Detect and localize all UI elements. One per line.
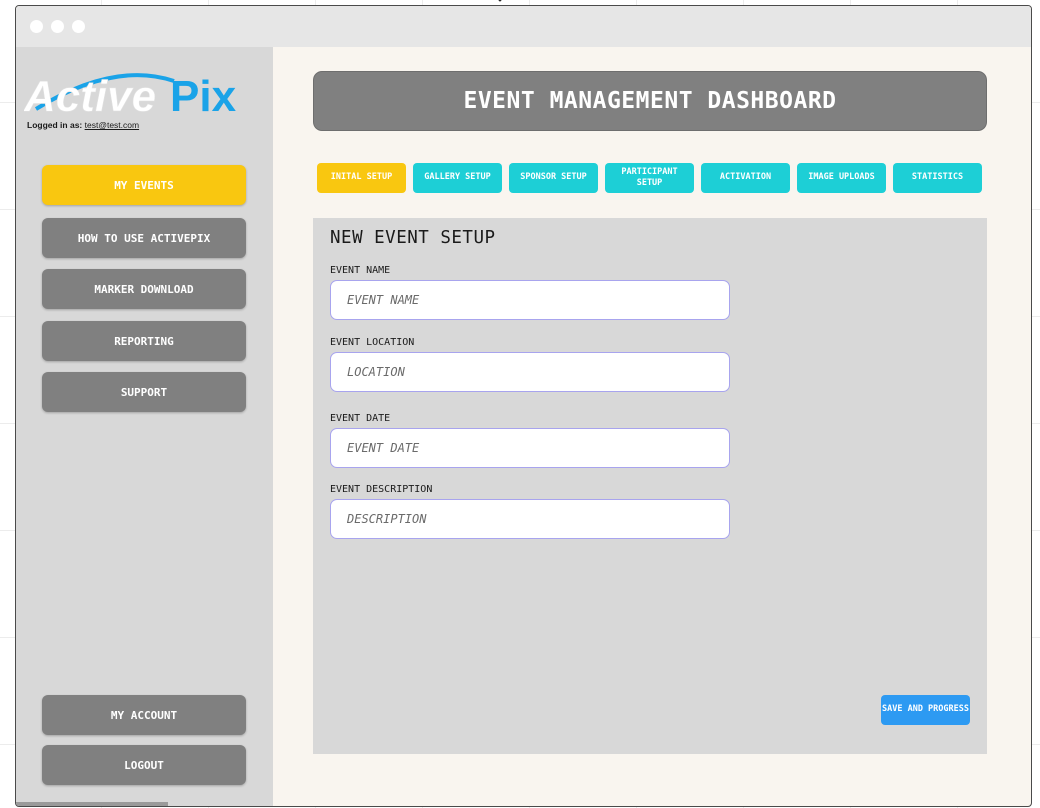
sidebar-item-how-to-use[interactable]: HOW TO USE ACTIVEPIX — [42, 218, 246, 258]
form-title: NEW EVENT SETUP — [330, 228, 496, 248]
event-description-input[interactable] — [330, 499, 730, 539]
event-location-label: EVENT LOCATION — [330, 337, 415, 348]
tab-gallery-setup[interactable]: GALLERY SETUP — [413, 163, 502, 193]
tab-activation[interactable]: ACTIVATION — [701, 163, 790, 193]
logged-in-email[interactable]: test@test.com — [85, 120, 139, 130]
tab-sponsor-setup[interactable]: SPONSOR SETUP — [509, 163, 598, 193]
event-name-label: EVENT NAME — [330, 265, 391, 276]
app-window: Active Pix Logged in as: test@test.com M… — [15, 5, 1032, 807]
sidebar-item-my-events[interactable]: MY EVENTS — [42, 165, 246, 205]
sidebar-item-reporting[interactable]: REPORTING — [42, 321, 246, 361]
horizontal-scrollbar[interactable] — [16, 802, 168, 806]
new-event-form-panel: NEW EVENT SETUP EVENT NAME EVENT LOCATIO… — [313, 218, 987, 754]
event-location-input[interactable] — [330, 352, 730, 392]
tab-image-uploads[interactable]: IMAGE UPLOADS — [797, 163, 886, 193]
window-titlebar — [16, 6, 1031, 47]
window-close-dot[interactable] — [30, 20, 43, 33]
sidebar-item-marker-download[interactable]: MARKER DOWNLOAD — [42, 269, 246, 309]
page-title: EVENT MANAGEMENT DASHBOARD — [313, 71, 987, 131]
window-maximize-dot[interactable] — [72, 20, 85, 33]
sidebar: Active Pix Logged in as: test@test.com M… — [16, 47, 273, 806]
event-date-label: EVENT DATE — [330, 413, 391, 424]
logout-button[interactable]: LOGOUT — [42, 745, 246, 785]
event-description-label: EVENT DESCRIPTION — [330, 484, 433, 495]
save-and-progress-button[interactable]: SAVE AND PROGRESS — [881, 695, 970, 725]
tab-statistics[interactable]: STATISTICS — [893, 163, 982, 193]
logged-in-label: Logged in as: — [27, 120, 83, 130]
tab-participant-setup[interactable]: PARTICIPANT SETUP — [605, 163, 694, 193]
activepix-logo: Active Pix — [24, 72, 237, 121]
tab-initial-setup[interactable]: INITAL SETUP — [317, 163, 406, 193]
logo-text-active: Active — [24, 72, 156, 121]
window-minimize-dot[interactable] — [51, 20, 64, 33]
logged-in-info: Logged in as: test@test.com — [27, 120, 139, 130]
my-account-button[interactable]: MY ACCOUNT — [42, 695, 246, 735]
sidebar-item-support[interactable]: SUPPORT — [42, 372, 246, 412]
event-date-input[interactable] — [330, 428, 730, 468]
logo-text-pix: Pix — [170, 72, 237, 121]
event-name-input[interactable] — [330, 280, 730, 320]
